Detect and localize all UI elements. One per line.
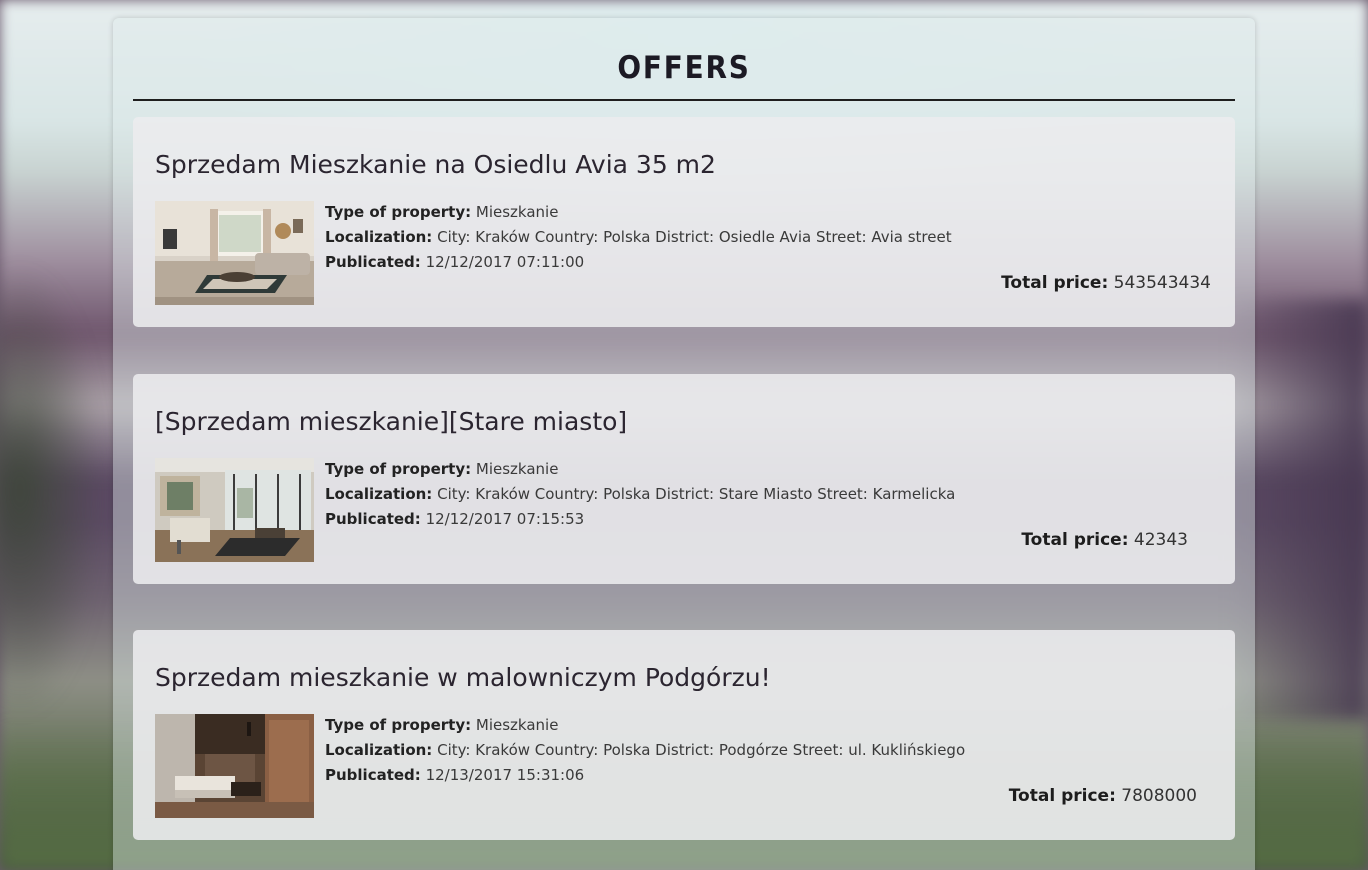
total-price-label: Total price: [1021,530,1129,550]
publicated-row: Publicated: 12/13/2017 15:31:06 [325,763,965,788]
localization-label: Localization: [325,228,433,246]
localization-label: Localization: [325,485,433,503]
localization-row: Localization: City: Kraków Country: Pols… [325,482,955,507]
offers-panel: OFFERS Sprzedam Mieszkanie na Osiedlu Av… [113,18,1255,870]
total-price-label: Total price: [1008,786,1116,806]
dark-interior-photo-icon[interactable] [155,714,314,818]
property-type-label: Type of property: [325,460,472,478]
offer-title[interactable]: [Sprzedam mieszkanie][Stare miasto] [155,407,627,436]
property-type-value: Mieszkanie [475,460,559,478]
property-type-row: Type of property: Mieszkanie [325,713,965,738]
living-room-photo-icon[interactable] [155,201,314,305]
offer-details: Type of property: Mieszkanie Localizatio… [325,457,955,532]
total-price-label: Total price: [1001,273,1109,293]
property-type-row: Type of property: Mieszkanie [325,200,952,225]
offers-list: Sprzedam Mieszkanie na Osiedlu Avia 35 m… [133,117,1235,870]
publicated-value: 12/12/2017 07:15:53 [425,510,585,528]
localization-row: Localization: City: Kraków Country: Pols… [325,225,952,250]
property-type-label: Type of property: [325,716,472,734]
property-type-label: Type of property: [325,203,472,221]
offer-card[interactable]: [Sprzedam mieszkanie][Stare miasto] Type… [133,374,1235,584]
localization-label: Localization: [325,741,433,759]
publicated-label: Publicated: [325,253,421,271]
publicated-label: Publicated: [325,766,421,784]
localization-row: Localization: City: Kraków Country: Pols… [325,738,965,763]
total-price: Total price: 42343 [1021,530,1188,550]
property-type-row: Type of property: Mieszkanie [325,457,955,482]
property-type-value: Mieszkanie [475,716,559,734]
publicated-value: 12/13/2017 15:31:06 [425,766,585,784]
title-divider [133,99,1235,101]
apartment-interior-photo-icon[interactable] [155,458,314,562]
page-title: OFFERS [617,50,751,86]
publicated-row: Publicated: 12/12/2017 07:11:00 [325,250,952,275]
localization-value: City: Kraków Country: Polska District: S… [437,485,956,503]
total-price-value: 42343 [1133,530,1188,550]
total-price-value: 543543434 [1113,273,1211,293]
property-type-value: Mieszkanie [475,203,559,221]
localization-value: City: Kraków Country: Polska District: O… [437,228,952,246]
publicated-value: 12/12/2017 07:11:00 [425,253,585,271]
total-price: Total price: 7808000 [1009,786,1197,806]
total-price: Total price: 543543434 [1001,273,1211,293]
offer-details: Type of property: Mieszkanie Localizatio… [325,200,952,275]
total-price-value: 7808000 [1121,786,1197,806]
offer-card[interactable]: Sprzedam Mieszkanie na Osiedlu Avia 35 m… [133,117,1235,327]
publicated-row: Publicated: 12/12/2017 07:15:53 [325,507,955,532]
localization-value: City: Kraków Country: Polska District: P… [437,741,966,759]
offer-title[interactable]: Sprzedam Mieszkanie na Osiedlu Avia 35 m… [155,150,716,179]
publicated-label: Publicated: [325,510,421,528]
offer-details: Type of property: Mieszkanie Localizatio… [325,713,965,788]
offer-card[interactable]: Sprzedam mieszkanie w malowniczym Podgór… [133,630,1235,840]
offer-title[interactable]: Sprzedam mieszkanie w malowniczym Podgór… [155,663,771,692]
